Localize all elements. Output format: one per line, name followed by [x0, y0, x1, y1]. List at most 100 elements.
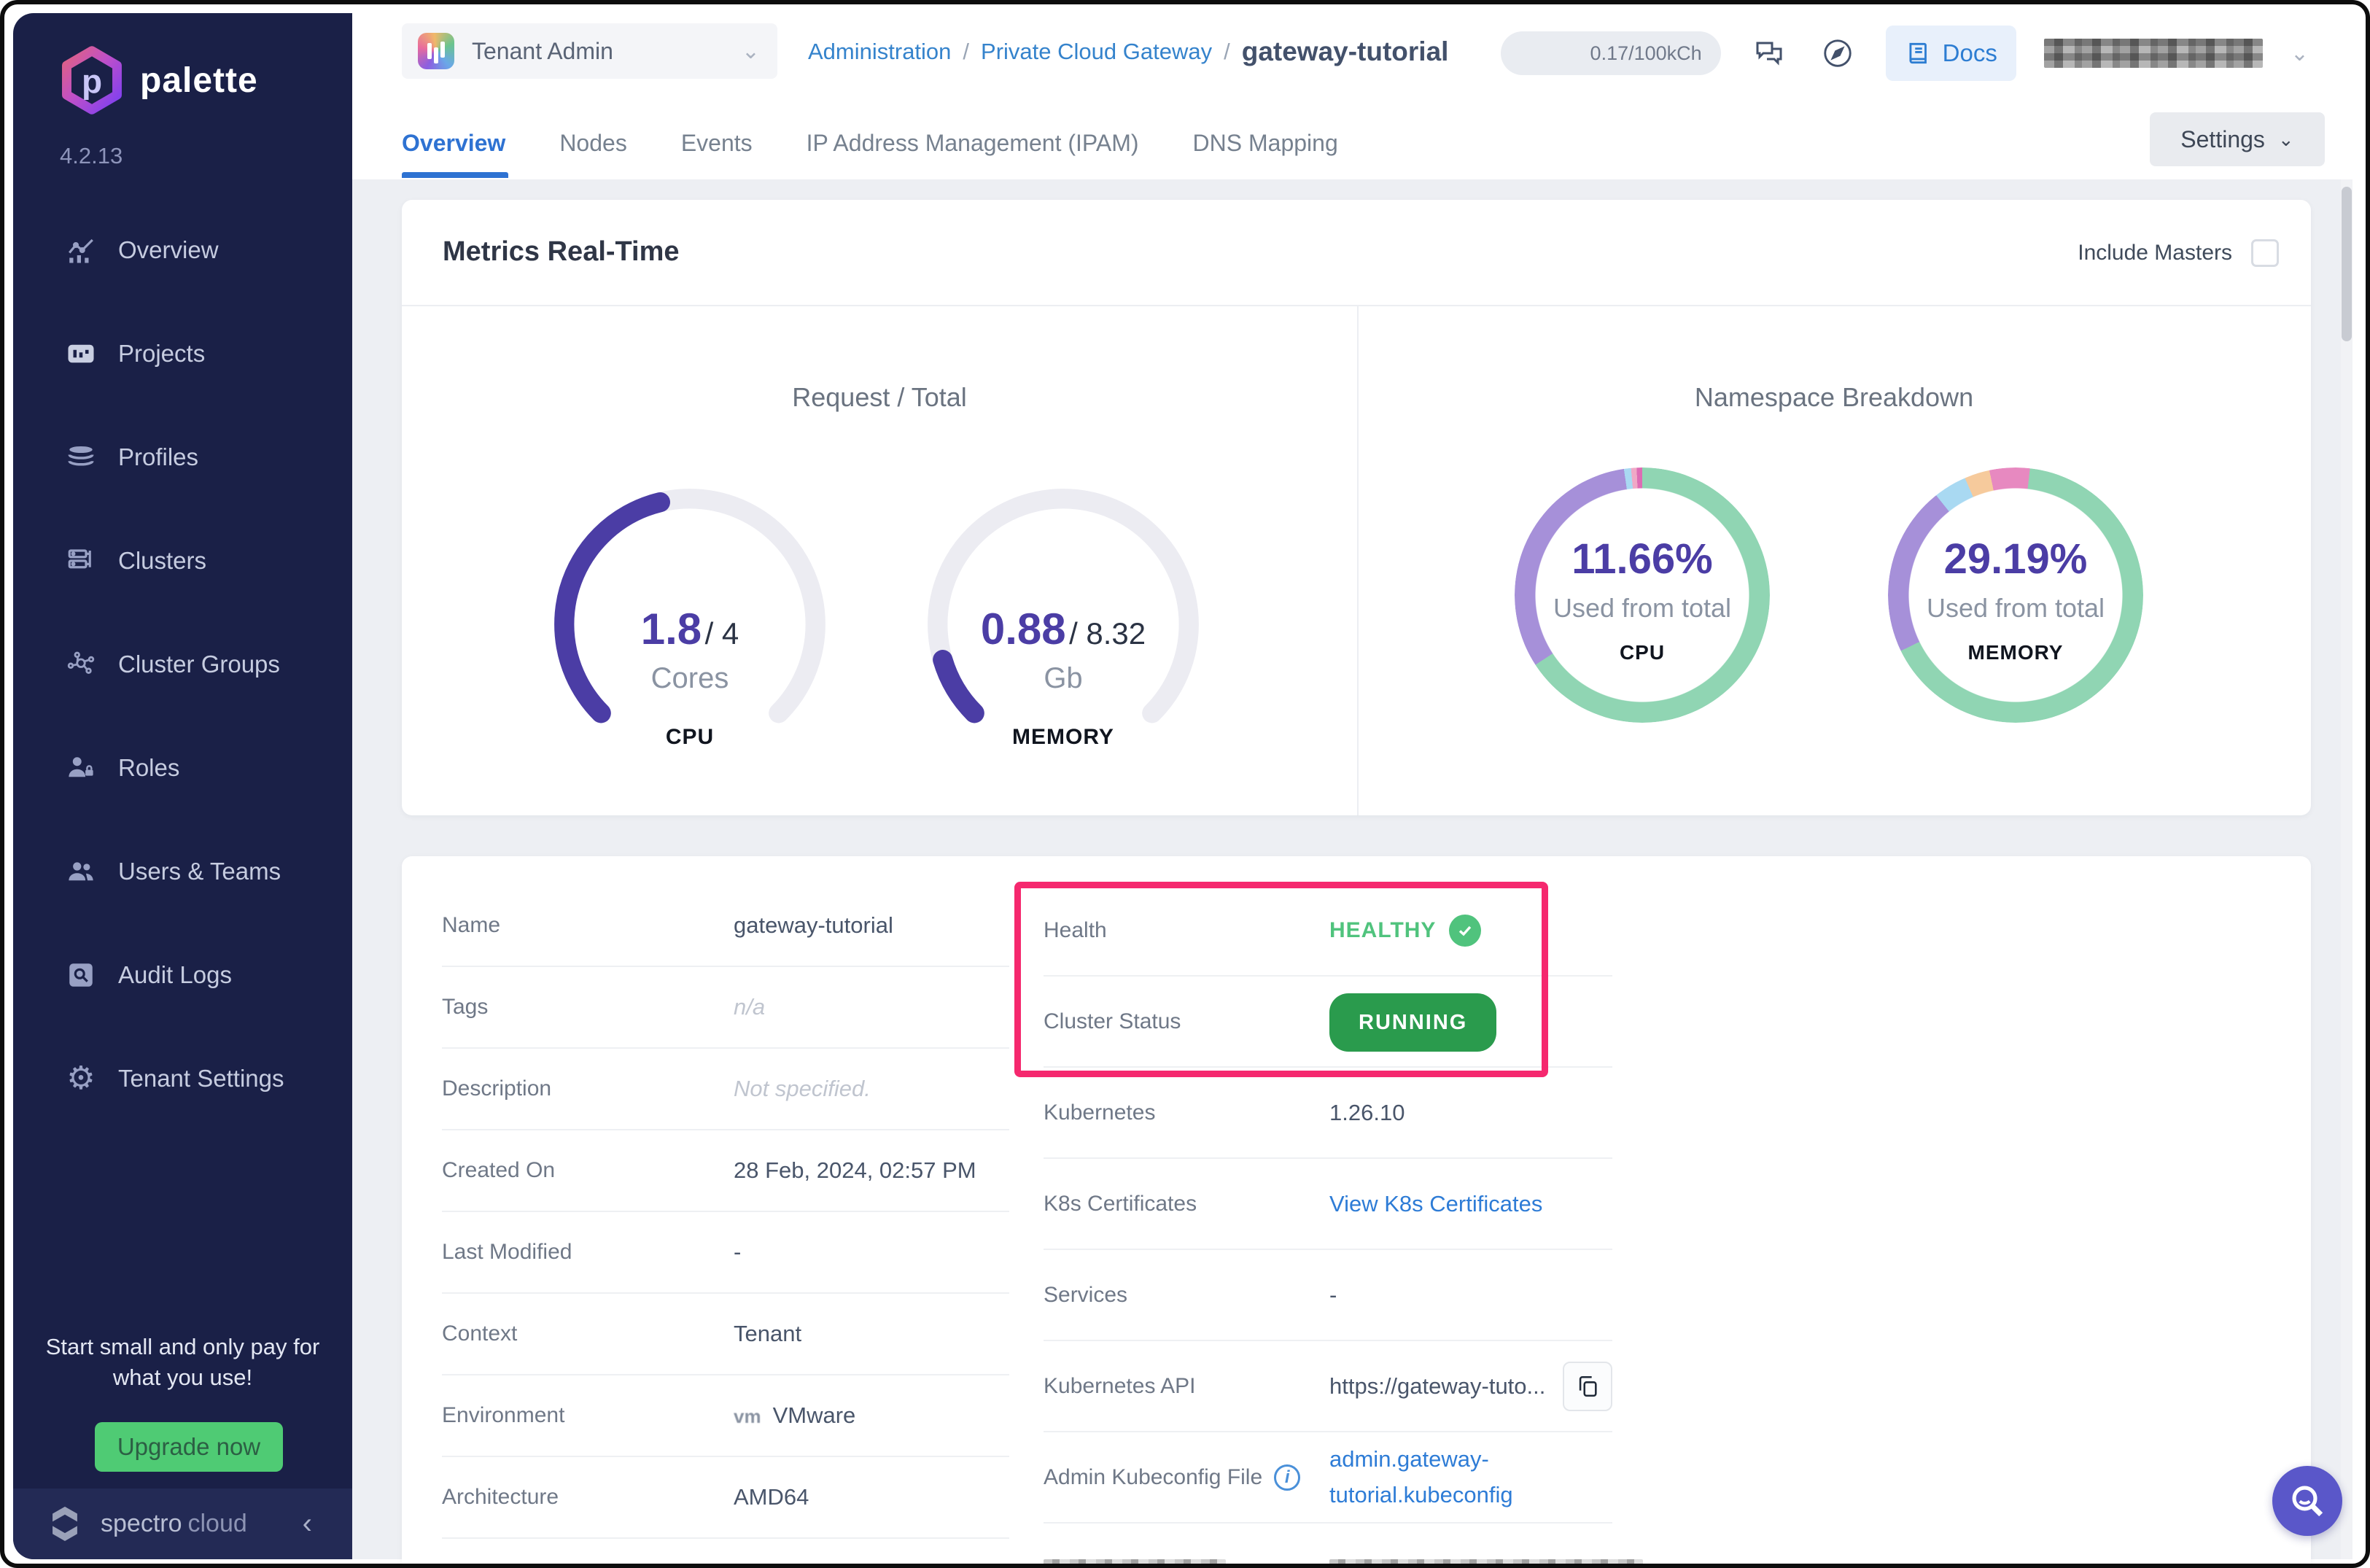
sidebar-footer: spectro cloud ‹ — [13, 1489, 352, 1559]
detail-row-admin-kubeconfig: Admin Kubeconfig File i admin.gateway- t… — [1044, 1432, 1612, 1524]
last-modified-value: - — [734, 1239, 742, 1265]
memory-request-gauge: 0.88 / 8.32 Gb MEMORY — [910, 471, 1216, 777]
details-right-column: Health HEALTHY Cluster Status RUNNING Ku… — [1044, 885, 1643, 1564]
palette-hexagon-icon: p — [62, 46, 122, 115]
include-masters-checkbox[interactable] — [2251, 239, 2279, 267]
detail-row-description: Description Not specified. — [442, 1049, 1009, 1130]
kubernetes-version-value: 1.26.10 — [1329, 1099, 1405, 1125]
cluster-details-card: Name gateway-tutorial Tags n/a Descripti… — [402, 856, 2311, 1564]
breadcrumb: Administration / Private Cloud Gateway /… — [808, 36, 1448, 67]
bar-chart-icon — [64, 337, 98, 370]
upgrade-now-button[interactable]: Upgrade now — [95, 1422, 283, 1472]
breadcrumb-separator: / — [963, 39, 970, 64]
scrollbar-track — [2341, 179, 2352, 1559]
top-bar-actions: 0.17/100kCh Docs ⌄ — [1500, 13, 2309, 93]
palette-logo: p palette — [58, 45, 258, 115]
breadcrumb-administration[interactable]: Administration — [808, 39, 951, 65]
sidebar-item-label: Profiles — [118, 443, 199, 470]
sidebar-collapse-icon[interactable]: ‹ — [303, 1507, 312, 1540]
detail-row-context: Context Tenant — [442, 1294, 1009, 1375]
tab-ipam[interactable]: IP Address Management (IPAM) — [807, 108, 1139, 178]
chevron-down-icon: ⌄ — [741, 39, 760, 63]
project-scope-label: Tenant Admin — [472, 37, 613, 64]
book-icon — [1909, 42, 1927, 64]
app-window: p palette 4.2.13 Overview Projects Profi… — [0, 0, 2370, 1568]
sidebar-item-projects[interactable]: Projects — [13, 302, 352, 405]
sidebar-item-roles[interactable]: Roles — [13, 716, 352, 820]
running-status-badge: RUNNING — [1329, 993, 1497, 1052]
gear-icon: ⚙ — [66, 1060, 96, 1096]
page-tabs: Overview Nodes Events IP Address Managem… — [402, 108, 1338, 178]
user-menu-chevron-icon[interactable]: ⌄ — [2291, 41, 2309, 66]
layers-icon — [64, 440, 98, 474]
chart-line-icon — [64, 233, 98, 267]
name-value: gateway-tutorial — [734, 912, 893, 938]
sidebar-item-label: Users & Teams — [118, 858, 281, 885]
sidebar-item-profiles[interactable]: Profiles — [13, 405, 352, 509]
detail-row-architecture: Architecture AMD64 — [442, 1457, 1009, 1539]
sidebar-item-label: Overview — [118, 236, 219, 263]
users-icon — [64, 855, 98, 888]
sidebar-item-label: Roles — [118, 754, 180, 781]
feedback-chat-icon[interactable] — [1749, 33, 1790, 74]
cpu-request-gauge: 1.8 / 4 Cores CPU — [537, 471, 843, 777]
detail-row-cluster-status: Cluster Status RUNNING — [1044, 977, 1612, 1068]
sidebar-item-label: Clusters — [118, 547, 207, 574]
sidebar-item-audit-logs[interactable]: Audit Logs — [13, 923, 352, 1027]
context-value: Tenant — [734, 1321, 802, 1346]
tab-overview[interactable]: Overview — [402, 108, 509, 178]
search-fab-button[interactable] — [2272, 1466, 2342, 1536]
sidebar-item-users-teams[interactable]: Users & Teams — [13, 820, 352, 923]
cluster-status-value: RUNNING — [1329, 993, 1497, 1052]
sidebar-menu: Overview Projects Profiles Clusters Clus… — [13, 198, 352, 1130]
spectro-cloud-icon — [53, 1506, 77, 1541]
kubernetes-api-value: https://gateway-tuto... — [1329, 1373, 1546, 1399]
detail-row-kubernetes-api: Kubernetes API https://gateway-tuto... — [1044, 1341, 1612, 1432]
sidebar-item-label: Cluster Groups — [118, 651, 280, 678]
network-icon — [64, 648, 98, 681]
search-icon — [2292, 1486, 2323, 1517]
svg-text:p: p — [82, 62, 102, 100]
redacted-value — [1329, 1559, 1643, 1564]
tab-nodes[interactable]: Nodes — [559, 108, 627, 178]
detail-row-health: Health HEALTHY — [1044, 885, 1612, 977]
breadcrumb-separator: / — [1224, 39, 1230, 64]
spectro-cloud-brand: spectro cloud — [101, 1510, 247, 1537]
detail-row-environment: Environment vm VMware — [442, 1375, 1009, 1457]
health-value: HEALTHY — [1329, 914, 1482, 947]
detail-row-created-on: Created On 28 Feb, 2024, 02:57 PM — [442, 1130, 1009, 1212]
include-masters-control: Include Masters — [2078, 239, 2279, 267]
description-value: Not specified. — [734, 1076, 871, 1101]
services-value: - — [1329, 1281, 1337, 1308]
info-icon[interactable]: i — [1274, 1464, 1301, 1491]
breadcrumb-private-cloud-gateway[interactable]: Private Cloud Gateway — [981, 39, 1212, 65]
settings-button[interactable]: Settings ⌄ — [2150, 112, 2325, 166]
metrics-card-title: Metrics Real-Time — [443, 236, 680, 267]
vmware-icon: vm — [734, 1405, 761, 1427]
architecture-value: AMD64 — [734, 1484, 809, 1510]
sidebar-item-label: Audit Logs — [118, 961, 232, 988]
tab-dns-mapping[interactable]: DNS Mapping — [1193, 108, 1338, 178]
detail-row-services: Services - — [1044, 1250, 1612, 1341]
chevron-down-icon: ⌄ — [2277, 128, 2294, 150]
sidebar-item-overview[interactable]: Overview — [13, 198, 352, 302]
detail-row-tags: Tags n/a — [442, 967, 1009, 1049]
sidebar-item-tenant-settings[interactable]: ⚙ Tenant Settings — [13, 1027, 352, 1130]
tab-events[interactable]: Events — [681, 108, 753, 178]
scrollbar-thumb[interactable] — [2342, 187, 2352, 341]
docs-button[interactable]: Docs — [1885, 26, 2016, 81]
project-scope-selector[interactable]: Tenant Admin ⌄ — [402, 23, 777, 79]
detail-row-kubernetes: Kubernetes 1.26.10 — [1044, 1068, 1612, 1159]
credits-usage-pill[interactable]: 0.17/100kCh — [1500, 31, 1721, 75]
audit-log-icon — [64, 958, 98, 992]
explore-compass-icon[interactable] — [1817, 33, 1858, 74]
sidebar-item-cluster-groups[interactable]: Cluster Groups — [13, 613, 352, 716]
copy-icon[interactable] — [1563, 1361, 1612, 1411]
sidebar-item-clusters[interactable]: Clusters — [13, 509, 352, 613]
user-name-redacted[interactable] — [2043, 39, 2263, 68]
view-k8s-certificates-link[interactable]: View K8s Certificates — [1329, 1191, 1542, 1217]
settings-label: Settings — [2180, 125, 2265, 152]
admin-kubeconfig-link[interactable]: admin.gateway- tutorial.kubeconfig — [1329, 1442, 1513, 1512]
sidebar-item-label: Tenant Settings — [118, 1065, 284, 1092]
sidebar: p palette 4.2.13 Overview Projects Profi… — [13, 13, 352, 1559]
